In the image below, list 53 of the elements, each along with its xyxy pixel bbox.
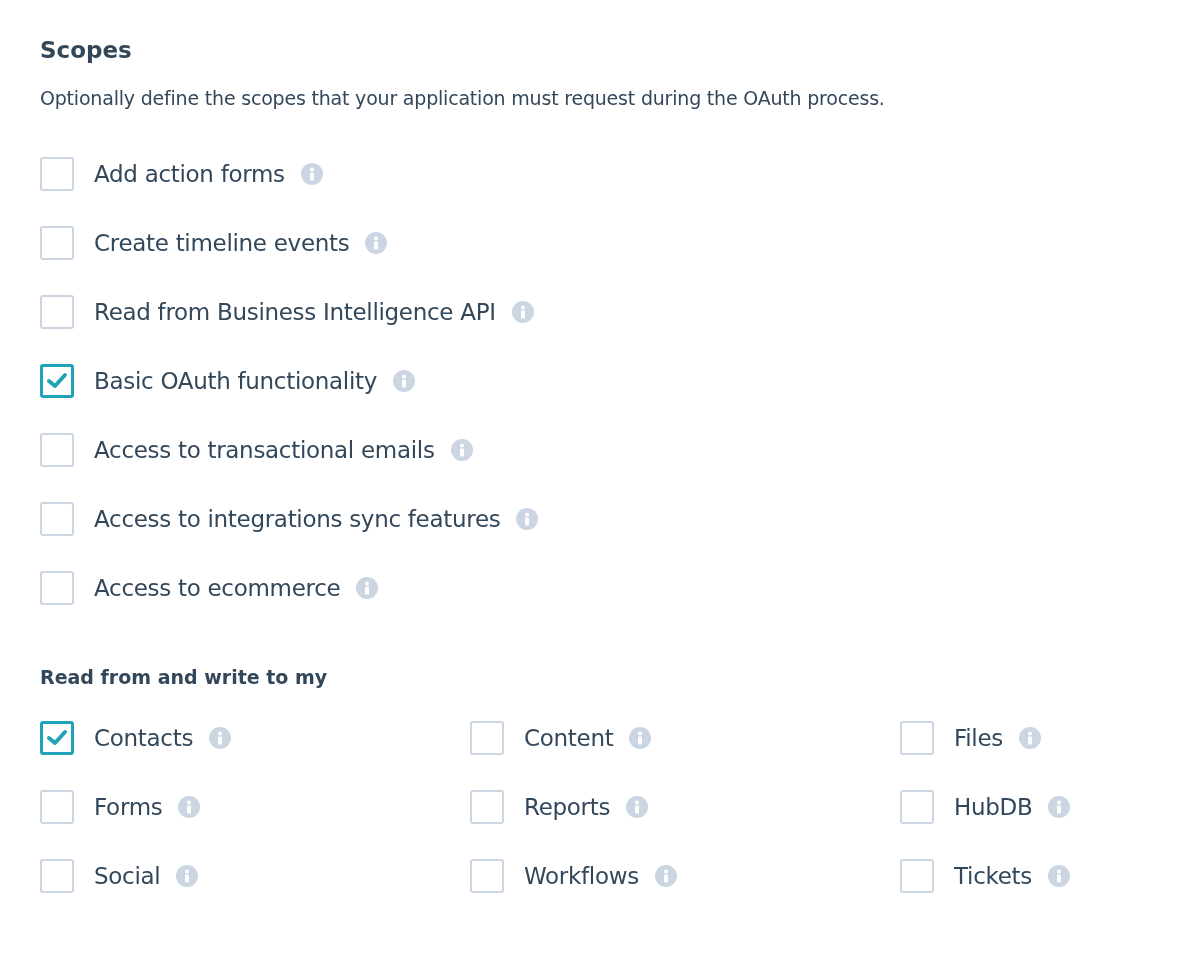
checkbox[interactable] — [40, 295, 74, 329]
checkbox[interactable] — [470, 721, 504, 755]
subsection-heading: Read from and write to my — [40, 665, 329, 690]
checkbox-label: Reports — [524, 794, 611, 820]
info-icon[interactable] — [1048, 796, 1071, 818]
info-icon[interactable] — [393, 370, 416, 392]
checkbox-label: Access to integrations sync features — [94, 506, 501, 532]
checkbox-label: Basic OAuth functionality — [94, 368, 378, 394]
checkbox-label: HubDB — [954, 794, 1033, 820]
checkmark-icon — [46, 372, 68, 390]
info-icon[interactable] — [356, 577, 379, 599]
checkbox[interactable] — [470, 790, 504, 824]
checkbox-label: Social — [94, 863, 161, 889]
checkmark-icon — [46, 729, 68, 747]
info-icon[interactable] — [1047, 865, 1070, 887]
checkbox[interactable] — [40, 502, 74, 536]
info-icon[interactable] — [629, 727, 652, 749]
info-icon[interactable] — [450, 439, 473, 461]
checkbox[interactable] — [900, 721, 934, 755]
info-icon[interactable] — [176, 865, 199, 887]
checkbox[interactable] — [40, 571, 74, 605]
checkbox-label: Contacts — [94, 725, 194, 751]
checkbox-label: Workflows — [524, 863, 639, 889]
checkbox-label: Content — [524, 725, 614, 751]
checkbox-label: Tickets — [954, 863, 1032, 889]
checkbox[interactable] — [40, 157, 74, 191]
info-icon[interactable] — [626, 796, 649, 818]
section-title: Scopes — [40, 36, 133, 65]
checkbox-label: Add action forms — [94, 161, 285, 187]
checkbox[interactable] — [40, 721, 74, 755]
checkbox-label: Files — [954, 725, 1003, 751]
description-text: Optionally define the scopes that your application must request during the OAuth process. — [40, 86, 886, 111]
checkbox-label: Access to transactional emails — [94, 437, 435, 463]
checkbox[interactable] — [40, 364, 74, 398]
info-icon[interactable] — [516, 508, 539, 530]
info-icon[interactable] — [178, 796, 201, 818]
checkbox-label: Access to ecommerce — [94, 575, 341, 601]
checkbox[interactable] — [900, 790, 934, 824]
info-icon[interactable] — [511, 301, 534, 323]
checkbox[interactable] — [40, 790, 74, 824]
checkbox[interactable] — [470, 859, 504, 893]
info-icon[interactable] — [300, 163, 323, 185]
checkbox[interactable] — [40, 433, 74, 467]
info-icon[interactable] — [209, 727, 232, 749]
checkbox[interactable] — [40, 226, 74, 260]
checkbox-label: Create timeline events — [94, 230, 350, 256]
info-icon[interactable] — [365, 232, 388, 254]
info-icon[interactable] — [1019, 727, 1041, 749]
checkbox[interactable] — [900, 859, 934, 893]
checkbox-label: Read from Business Intelligence API — [94, 299, 496, 325]
info-icon[interactable] — [654, 865, 677, 887]
checkbox-label: Forms — [94, 794, 163, 820]
checkbox[interactable] — [40, 859, 74, 893]
